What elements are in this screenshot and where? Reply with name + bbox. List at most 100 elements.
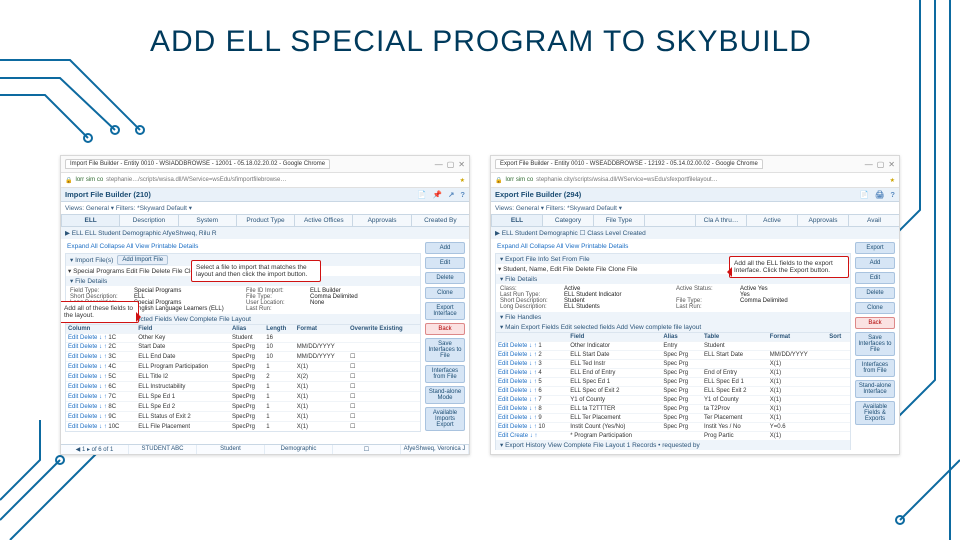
col-product[interactable]: Product Type	[236, 214, 294, 227]
edit-link[interactable]: Edit	[68, 364, 78, 370]
edit-link[interactable]: Edit	[68, 354, 78, 360]
delete-link[interactable]: Delete	[80, 384, 97, 390]
star-icon[interactable]: ★	[890, 177, 895, 184]
help-icon[interactable]: ?	[890, 190, 895, 199]
edit-link[interactable]: Edit	[68, 424, 78, 430]
table-row[interactable]: Edit Delete ↓ ↑ 6CELL InstructabilitySpe…	[66, 382, 420, 392]
browser-tab[interactable]: Import File Builder - Entity 0010 - WSIA…	[65, 159, 330, 169]
table-row[interactable]: Edit Delete ↓ ↑ 8ELL ta T2TTTERSpec Prgt…	[496, 405, 850, 414]
table-row[interactable]: Edit Delete ↓ ↑ 1COther KeyStudent16	[66, 334, 420, 343]
reorder-arrows-icon[interactable]: ↓ ↑	[99, 394, 107, 400]
table-row[interactable]: Edit Delete ↓ ↑ 3ELL Ted InstrSpec PrgX(…	[496, 360, 850, 369]
delete-link[interactable]: Delete	[80, 344, 97, 350]
col-ell[interactable]: ELL	[491, 214, 542, 227]
delete-link[interactable]: Delete	[510, 361, 527, 367]
edit-button[interactable]: Edit	[425, 257, 465, 269]
reorder-arrows-icon[interactable]: ↓ ↑	[529, 397, 537, 403]
table-row[interactable]: Edit Delete ↓ ↑ 8CELL Spe Ed 2SpecPrg1X(…	[66, 402, 420, 412]
table-row[interactable]: Edit Delete ↓ ↑ 2CStart DateSpecPrg10MM/…	[66, 343, 420, 352]
table-row[interactable]: Edit Delete ↓ ↑ 10CELL File PlacementSpe…	[66, 422, 420, 432]
reorder-arrows-icon[interactable]: ↓ ↑	[529, 370, 537, 376]
delete-link[interactable]: Create	[510, 433, 528, 439]
table-row[interactable]: Edit Delete ↓ ↑ 9ELL Ter PlacementSpec P…	[496, 414, 850, 423]
reorder-arrows-icon[interactable]: ↓ ↑	[529, 424, 537, 430]
reorder-arrows-icon[interactable]: ↓ ↑	[99, 374, 107, 380]
browser-tab[interactable]: Export File Builder - Entity 0010 - WSEA…	[495, 159, 763, 169]
col-created[interactable]: Created By	[411, 214, 469, 227]
edit-link[interactable]: Edit	[498, 370, 508, 376]
edit-link[interactable]: Edit	[498, 379, 508, 385]
reorder-arrows-icon[interactable]: ↓ ↑	[99, 344, 107, 350]
edit-link[interactable]: Edit	[68, 404, 78, 410]
table-row[interactable]: Edit Delete ↓ ↑ 2ELL Start DateSpec PrgE…	[496, 351, 850, 360]
expand-collapse-links[interactable]: Expand All Collapse All View Printable D…	[65, 242, 421, 251]
delete-link[interactable]: Delete	[80, 364, 97, 370]
col-ell[interactable]: ELL	[61, 214, 119, 227]
table-row[interactable]: Edit Delete ↓ ↑ 6ELL Spec of Exit 2Spec …	[496, 387, 850, 396]
views-filters-bar[interactable]: Views: General ▾ Filters: *Skyward Defau…	[491, 202, 899, 214]
edit-link[interactable]: Edit	[498, 361, 508, 367]
report-icon[interactable]: 📄	[860, 190, 869, 199]
main-export-fields-header[interactable]: ▾ Main Export Fields Edit selected field…	[496, 322, 850, 332]
delete-button[interactable]: Delete	[425, 272, 465, 284]
table-row[interactable]: Edit Delete ↓ ↑ 5ELL Spec Ed 1Spec PrgEL…	[496, 378, 850, 387]
avail-exports-button[interactable]: Available Fields & Exports	[855, 401, 895, 425]
edit-link[interactable]: Edit	[498, 415, 508, 421]
table-row[interactable]: Edit Delete ↓ ↑ 10Instit Count (Yes/No)S…	[496, 423, 850, 432]
delete-button[interactable]: Delete	[855, 287, 895, 299]
reorder-arrows-icon[interactable]: ↓ ↑	[529, 415, 537, 421]
file-handles-header[interactable]: ▾ File Handles	[496, 312, 850, 322]
if-from-file-button[interactable]: Interfaces from File	[855, 359, 895, 377]
edit-link[interactable]: Edit	[68, 374, 78, 380]
edit-link[interactable]: Edit	[68, 344, 78, 350]
delete-link[interactable]: Delete	[510, 415, 527, 421]
add-button[interactable]: Add	[425, 242, 465, 254]
delete-link[interactable]: Delete	[80, 374, 97, 380]
edit-link[interactable]: Edit	[498, 433, 508, 439]
delete-link[interactable]: Delete	[510, 424, 527, 430]
edit-link[interactable]: Edit	[498, 406, 508, 412]
edit-link[interactable]: Edit	[498, 343, 508, 349]
standalone-button[interactable]: Stand-alone Mode	[425, 386, 465, 404]
save-if-button[interactable]: Save Interfaces to File	[855, 332, 895, 356]
delete-link[interactable]: Delete	[80, 354, 97, 360]
reorder-arrows-icon[interactable]: ↓ ↑	[99, 404, 107, 410]
reorder-arrows-icon[interactable]: ↓ ↑	[529, 388, 537, 394]
edit-link[interactable]: Edit	[68, 414, 78, 420]
new-window-icon[interactable]: ↗	[448, 190, 454, 199]
pager[interactable]: ◀ 1 ▸ of 6 of 1	[61, 445, 129, 454]
table-row[interactable]: Edit Delete ↓ ↑ 9CELL Status of Exit 2Sp…	[66, 412, 420, 422]
reorder-arrows-icon[interactable]: ↓ ↑	[529, 361, 537, 367]
views-filters-bar[interactable]: Views: General ▾ Filters: *Skyward Defau…	[61, 202, 469, 214]
edit-link[interactable]: Edit	[498, 388, 508, 394]
reorder-arrows-icon[interactable]: ↓ ↑	[529, 406, 537, 412]
delete-link[interactable]: Delete	[510, 379, 527, 385]
export-interface-button[interactable]: Export Interface	[425, 302, 465, 320]
edit-button[interactable]: Edit	[855, 272, 895, 284]
delete-link[interactable]: Delete	[80, 404, 97, 410]
reorder-arrows-icon[interactable]: ↓ ↑	[99, 414, 107, 420]
reorder-arrows-icon[interactable]: ↓ ↑	[530, 433, 538, 439]
reorder-arrows-icon[interactable]: ↓ ↑	[99, 384, 107, 390]
save-if-button[interactable]: Save Interfaces to File	[425, 338, 465, 362]
selected-row[interactable]: ▶ ELL ELL Student Demographic AfyeShweq,…	[61, 227, 469, 239]
reorder-arrows-icon[interactable]: ↓ ↑	[99, 335, 107, 341]
report-icon[interactable]: 📄	[417, 190, 426, 199]
if-from-file-button[interactable]: Interfaces from File	[425, 365, 465, 383]
export-button[interactable]: Export	[855, 242, 895, 254]
table-row[interactable]: Edit Delete ↓ ↑ 5CELL Title I2SpecPrg2X(…	[66, 372, 420, 382]
favorite-icon[interactable]: 📌	[433, 190, 442, 199]
edit-link[interactable]: Edit	[498, 352, 508, 358]
standalone-button[interactable]: Stand-alone Interface	[855, 380, 895, 398]
edit-link[interactable]: Edit	[68, 335, 78, 341]
delete-link[interactable]: Delete	[80, 414, 97, 420]
table-row[interactable]: Edit Delete ↓ ↑ 4ELL End of EntrySpec Pr…	[496, 369, 850, 378]
table-row[interactable]: Edit Delete ↓ ↑ 7Y1 of CountySpec PrgY1 …	[496, 396, 850, 405]
delete-link[interactable]: Delete	[510, 352, 527, 358]
maximize-icon[interactable]: ▢	[447, 160, 455, 169]
minimize-icon[interactable]: —	[435, 160, 443, 169]
clone-button[interactable]: Clone	[425, 287, 465, 299]
delete-link[interactable]: Delete	[510, 343, 527, 349]
help-icon[interactable]: ?	[460, 190, 465, 199]
delete-link[interactable]: Delete	[510, 397, 527, 403]
